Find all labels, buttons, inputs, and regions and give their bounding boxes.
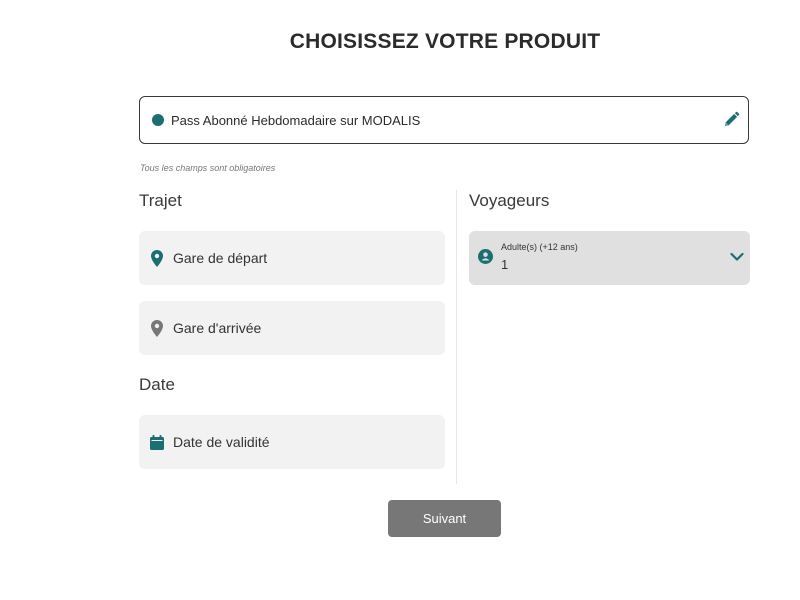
calendar-icon (149, 433, 165, 451)
product-label: Pass Abonné Hebdomadaire sur MODALIS (171, 112, 421, 128)
pencil-icon[interactable] (722, 111, 740, 129)
required-fields-note: Tous les champs sont obligatoires (140, 163, 276, 173)
product-selector[interactable]: Pass Abonné Hebdomadaire sur MODALIS (139, 96, 749, 144)
voyageurs-heading: Voyageurs (469, 191, 550, 210)
trajet-heading: Trajet (139, 191, 182, 210)
page-title: CHOISISSEZ VOTRE PRODUIT (289, 30, 601, 53)
traveler-category-label: Adulte(s) (+12 ans) (501, 242, 578, 252)
validity-date-field[interactable]: Date de validité (139, 415, 445, 469)
traveler-count: 1 (501, 257, 509, 272)
column-divider (456, 190, 457, 484)
validity-date-label: Date de validité (173, 434, 270, 450)
date-heading: Date (139, 375, 175, 394)
departure-station-label: Gare de départ (173, 250, 268, 266)
arrival-station-label: Gare d'arrivée (173, 320, 262, 336)
map-pin-icon (149, 249, 165, 267)
departure-station-field[interactable]: Gare de départ (139, 231, 445, 285)
product-status-dot (152, 114, 164, 126)
map-pin-icon (149, 319, 165, 337)
chevron-down-icon[interactable] (730, 251, 744, 263)
travelers-dropdown[interactable]: Adulte(s) (+12 ans) 1 (469, 231, 750, 285)
arrival-station-field[interactable]: Gare d'arrivée (139, 301, 445, 355)
product-selection-page: CHOISISSEZ VOTRE PRODUIT Pass Abonné Heb… (0, 0, 800, 600)
person-icon (478, 249, 493, 264)
next-button[interactable]: Suivant (388, 500, 501, 537)
